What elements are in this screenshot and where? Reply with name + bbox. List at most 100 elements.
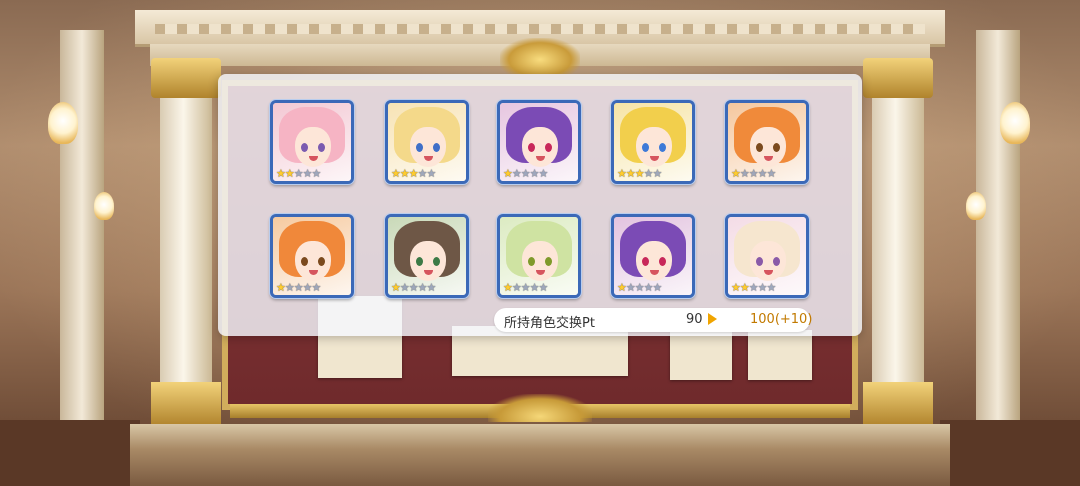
character-face [750,127,786,167]
character-eye [642,257,649,266]
star-icon: ★ [426,167,437,180]
star-icon: ★ [757,281,768,294]
star-icon: ★ [511,281,522,294]
star-rating: ★★★★★ [617,167,662,180]
character-eye [756,257,763,266]
character-face [295,241,331,281]
star-icon: ★ [757,167,768,180]
character-exchange-panel: ★★★★★ ★★★★★ ★★★★★ ★★★★★ ★★★★★ ★★★★★ ★★★★★ ★★★★★… [218,74,862,336]
star-icon: ★ [311,281,322,294]
character-mouth [309,156,318,161]
pt-current-value: 90 [686,312,703,327]
character-face [410,127,446,167]
right-capital [863,58,933,98]
character-eye [773,257,780,266]
star-icon: ★ [408,167,419,180]
star-icon: ★ [311,167,322,180]
star-icon: ★ [529,281,540,294]
pt-new-value: 100(+10) [750,312,813,327]
star-icon: ★ [731,167,741,180]
character-card-c1[interactable]: ★★★★★ [270,100,354,184]
character-face [522,127,558,167]
character-card-c5[interactable]: ★★★★★ [725,100,809,184]
star-icon: ★ [511,167,522,180]
stage [130,424,950,486]
star-rating: ★★★★★ [731,281,777,294]
star-icon: ★ [643,167,654,180]
wall-lamp [48,102,78,144]
character-mouth [536,270,545,275]
star-icon: ★ [503,281,513,294]
character-eye [416,143,423,152]
star-icon: ★ [748,167,759,180]
star-rating: ★★★★★ [731,167,777,180]
wall-lamp [1000,102,1030,144]
star-icon: ★ [503,167,513,180]
star-icon: ★ [634,167,645,180]
character-eye [528,257,535,266]
character-face [636,241,672,281]
star-icon: ★ [529,167,540,180]
character-mouth [764,156,773,161]
left-column-base [151,382,221,426]
character-card-c9[interactable]: ★★★★★ [611,214,695,298]
star-icon: ★ [391,281,401,294]
character-card-c4[interactable]: ★★★★★ [611,100,695,184]
character-mouth [424,270,433,275]
wall-lamp [966,192,986,220]
character-mouth [536,156,545,161]
character-card-c10[interactable]: ★★★★★ [725,214,809,298]
star-icon: ★ [417,281,428,294]
wall-lamp [94,192,114,220]
character-eye [773,143,780,152]
star-icon: ★ [426,281,437,294]
character-eye [318,257,325,266]
character-eye [318,143,325,152]
star-icon: ★ [302,167,313,180]
character-card-c7[interactable]: ★★★★★ [385,214,469,298]
character-card-c2[interactable]: ★★★★★ [385,100,469,184]
gold-crest-top [500,38,580,74]
character-card-c3[interactable]: ★★★★★ [497,100,581,184]
left-column [160,60,212,430]
left-capital [151,58,221,98]
character-card-c6[interactable]: ★★★★★ [270,214,354,298]
star-icon: ★ [652,281,663,294]
star-rating: ★★★★★ [503,167,549,180]
pt-label: 所持角色交换Pt [504,316,595,331]
right-column [872,60,924,430]
star-icon: ★ [520,281,531,294]
character-face [522,241,558,281]
star-icon: ★ [739,281,750,294]
character-card-c8[interactable]: ★★★★★ [497,214,581,298]
character-mouth [764,270,773,275]
floor-right [940,420,1080,486]
character-mouth [650,156,659,161]
star-icon: ★ [293,281,304,294]
star-icon: ★ [739,167,750,180]
left-outer-column [60,30,104,450]
star-icon: ★ [391,167,401,180]
character-eye [659,257,666,266]
star-icon: ★ [766,281,777,294]
star-icon: ★ [538,281,549,294]
gold-crest-bottom [488,394,592,422]
star-icon: ★ [538,167,549,180]
star-icon: ★ [302,281,313,294]
star-icon: ★ [284,167,295,180]
character-mouth [650,270,659,275]
character-eye [433,143,440,152]
star-icon: ★ [293,167,304,180]
floor-left [0,420,140,486]
star-rating: ★★★★★ [391,167,437,180]
pt-bar: 所持角色交换Pt 90 100(+10) [494,308,813,332]
star-icon: ★ [625,167,636,180]
character-mouth [424,156,433,161]
star-icon: ★ [284,281,295,294]
star-icon: ★ [617,281,627,294]
star-icon: ★ [766,167,777,180]
star-rating: ★★★★★ [276,281,322,294]
star-icon: ★ [276,281,286,294]
character-face [295,127,331,167]
star-icon: ★ [643,281,654,294]
